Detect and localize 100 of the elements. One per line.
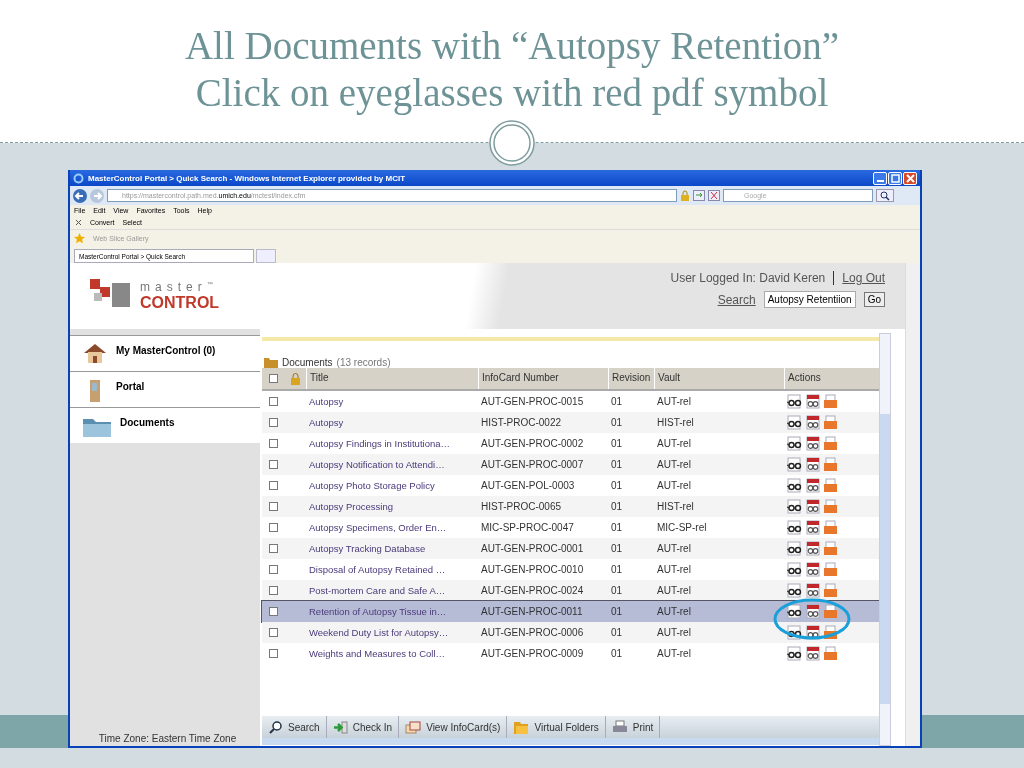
- table-row[interactable]: Autopsy HIST-PROC-0022 01 HIST-rel: [262, 412, 879, 433]
- eyeglasses-icon[interactable]: [787, 520, 803, 535]
- pdf-eyeglasses-icon[interactable]: [805, 604, 821, 619]
- eyeglasses-icon[interactable]: [787, 415, 803, 430]
- logout-link[interactable]: Log Out: [842, 271, 885, 285]
- pdf-eyeglasses-icon[interactable]: [805, 583, 821, 598]
- folder-icon[interactable]: [823, 436, 838, 451]
- close-icon[interactable]: [75, 219, 82, 226]
- table-row[interactable]: Autopsy Tracking Database AUT-GEN-PROC-0001 01 AUT-rel: [262, 538, 879, 559]
- select-all-checkbox[interactable]: [268, 374, 278, 383]
- folder-icon[interactable]: [823, 478, 838, 493]
- column-header[interactable]: InfoCard Number: [478, 368, 608, 389]
- table-cell-text: 01: [610, 522, 624, 533]
- row-checkbox[interactable]: [268, 502, 278, 511]
- page-scrollbar[interactable]: [905, 263, 920, 746]
- sidebar-item[interactable]: My MasterControl (0): [70, 335, 260, 371]
- star-icon[interactable]: [74, 233, 85, 244]
- go-button[interactable]: Go: [863, 292, 885, 307]
- stop-icon[interactable]: [708, 190, 720, 201]
- row-checkbox[interactable]: [268, 607, 278, 616]
- eyeglasses-icon[interactable]: [787, 583, 803, 598]
- pdf-eyeglasses-icon[interactable]: [805, 520, 821, 535]
- table-cell-text: AUT-GEN-PROC-0024: [480, 585, 585, 596]
- table-cell-text: 01: [610, 480, 624, 491]
- eyeglasses-icon[interactable]: [787, 457, 803, 472]
- column-header[interactable]: Vault: [654, 368, 784, 389]
- table-cell-text: MIC-SP-PROC-0047: [480, 522, 575, 533]
- search-button[interactable]: [876, 189, 894, 202]
- eyeglasses-icon[interactable]: [787, 562, 803, 577]
- row-checkbox[interactable]: [268, 460, 278, 469]
- table-cell-text: 01: [610, 606, 624, 617]
- folder-icon[interactable]: [823, 541, 838, 556]
- eyeglasses-icon[interactable]: [787, 646, 803, 661]
- search-link[interactable]: Search: [717, 292, 756, 307]
- pdf-eyeglasses-icon[interactable]: [805, 646, 821, 661]
- table-cell-text: AUT-GEN-PROC-0002: [480, 438, 585, 449]
- pdf-eyeglasses-icon[interactable]: [805, 478, 821, 493]
- row-checkbox[interactable]: [268, 628, 278, 637]
- row-checkbox[interactable]: [268, 481, 278, 490]
- back-button[interactable]: [73, 188, 87, 203]
- maximize-button[interactable]: [888, 171, 902, 185]
- horizontal-scrollbar[interactable]: [262, 738, 879, 745]
- row-checkbox[interactable]: [268, 544, 278, 553]
- folder-icon[interactable]: [823, 415, 838, 430]
- folder-icon[interactable]: [823, 499, 838, 514]
- pdf-eyeglasses-icon[interactable]: [805, 394, 821, 409]
- table-cell-text: 01: [610, 585, 624, 596]
- folder-icon[interactable]: [823, 562, 838, 577]
- pdf-eyeglasses-icon[interactable]: [805, 436, 821, 451]
- table-row[interactable]: Autopsy Processing HIST-PROC-0065 01 HIST-rel: [262, 496, 879, 517]
- folder-icon[interactable]: [823, 520, 838, 535]
- row-checkbox[interactable]: [268, 565, 278, 574]
- table-cell-text: 01: [610, 564, 624, 575]
- maximize-icon: [890, 173, 900, 183]
- eyeglasses-icon[interactable]: [787, 499, 803, 514]
- eyeglasses-icon[interactable]: [787, 436, 803, 451]
- close-button[interactable]: [903, 171, 917, 185]
- eyeglasses-icon[interactable]: [787, 478, 803, 493]
- eyeglasses-icon[interactable]: [787, 394, 803, 409]
- folder-icon[interactable]: [823, 457, 838, 472]
- eyeglasses-icon[interactable]: [787, 541, 803, 556]
- folder-icon[interactable]: [823, 604, 838, 619]
- table-cell-text: AUT-rel: [656, 606, 692, 617]
- minimize-button[interactable]: [873, 171, 887, 185]
- row-checkbox[interactable]: [268, 649, 278, 658]
- table-row[interactable]: Retention of Autopsy Tissue in… AUT-GEN-PROC-0011 01 AUT-rel: [262, 601, 879, 622]
- table-cell-text: AUT-GEN-PROC-0007: [480, 459, 585, 470]
- column-header[interactable]: Actions: [784, 368, 876, 389]
- folder-icon[interactable]: [823, 394, 838, 409]
- column-header[interactable]: Title: [306, 368, 478, 389]
- folder-icon[interactable]: [823, 646, 838, 661]
- table-cell-text: HIST-PROC-0065: [480, 501, 563, 512]
- table-cell-text: Autopsy Specimens, Order En…: [308, 522, 448, 533]
- table-row[interactable]: Weekend Duty List for Autopsy… AUT-GEN-PROC-0006 01 AUT-rel: [262, 622, 879, 643]
- pdf-eyeglasses-icon[interactable]: [805, 562, 821, 577]
- search-field[interactable]: Autopsy Retentiion: [763, 291, 856, 308]
- table-cell-text: HIST-rel: [656, 417, 695, 428]
- logo-text: master$^{™}$: [140, 279, 214, 295]
- column-header[interactable]: Revision: [608, 368, 654, 389]
- row-checkbox[interactable]: [268, 418, 278, 427]
- table-cell-text: 01: [610, 627, 624, 638]
- vertical-scrollbar[interactable]: [879, 333, 891, 746]
- folder-icon[interactable]: [823, 583, 838, 598]
- row-checkbox[interactable]: [268, 439, 278, 448]
- folder-icon[interactable]: [823, 625, 838, 640]
- sidebar-item[interactable]: Portal: [70, 371, 260, 407]
- row-checkbox[interactable]: [268, 586, 278, 595]
- sidebar-item[interactable]: Documents: [70, 407, 260, 443]
- pdf-eyeglasses-icon[interactable]: [805, 499, 821, 514]
- row-checkbox[interactable]: [268, 397, 278, 406]
- refresh-icon[interactable]: [693, 190, 705, 201]
- pdf-eyeglasses-icon[interactable]: [805, 457, 821, 472]
- row-checkbox[interactable]: [268, 523, 278, 532]
- table-row[interactable]: Post-mortem Care and Safe A… AUT-GEN-PROC-0024 01 AUT-rel: [262, 580, 879, 601]
- pdf-eyeglasses-icon[interactable]: [805, 415, 821, 430]
- table-cell-text: Disposal of Autopsy Retained …: [308, 564, 447, 575]
- record-count: (13 records): [336, 357, 391, 368]
- eyeglasses-icon[interactable]: [787, 604, 803, 619]
- table-row[interactable]: Autopsy Notification to Attendi… AUT-GEN-PROC-0007 01 AUT-rel: [262, 454, 879, 475]
- pdf-eyeglasses-icon[interactable]: [805, 541, 821, 556]
